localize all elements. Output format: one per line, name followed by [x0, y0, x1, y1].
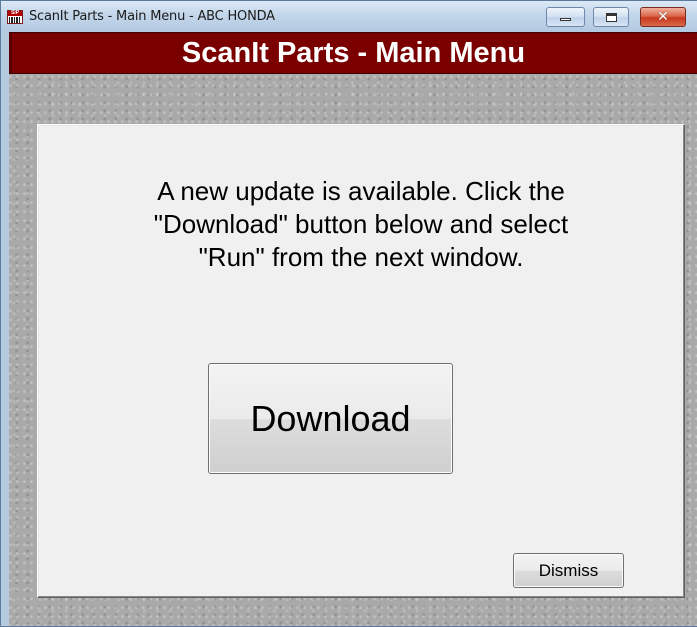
update-message: A new update is available. Click the "Do… [38, 175, 684, 274]
close-icon: ✕ [657, 9, 669, 25]
barcode-icon [9, 17, 21, 23]
message-line: "Download" button below and select [153, 209, 569, 239]
app-icon-label: SIP [8, 11, 22, 16]
minimize-button[interactable] [546, 7, 585, 27]
textured-background: A new update is available. Click the "Do… [9, 74, 697, 626]
window-title: ScanIt Parts - Main Menu - ABC HONDA [29, 9, 275, 24]
maximize-button[interactable] [593, 7, 629, 27]
page-title: ScanIt Parts - Main Menu [181, 37, 526, 69]
maximize-icon [606, 13, 617, 22]
app-icon[interactable]: SIP [7, 10, 23, 24]
header-band: ScanIt Parts - Main Menu [9, 32, 697, 74]
minimize-icon [560, 18, 571, 21]
download-button[interactable]: Download [208, 363, 453, 474]
close-button[interactable]: ✕ [640, 7, 686, 27]
update-dialog-panel: A new update is available. Click the "Do… [37, 124, 685, 598]
message-line: "Run" from the next window. [198, 242, 524, 272]
message-line: A new update is available. Click the [157, 176, 565, 206]
title-bar[interactable]: SIP ScanIt Parts - Main Menu - ABC HONDA… [1, 1, 697, 32]
app-window: SIP ScanIt Parts - Main Menu - ABC HONDA… [0, 0, 697, 627]
dismiss-button[interactable]: Dismiss [513, 553, 624, 588]
